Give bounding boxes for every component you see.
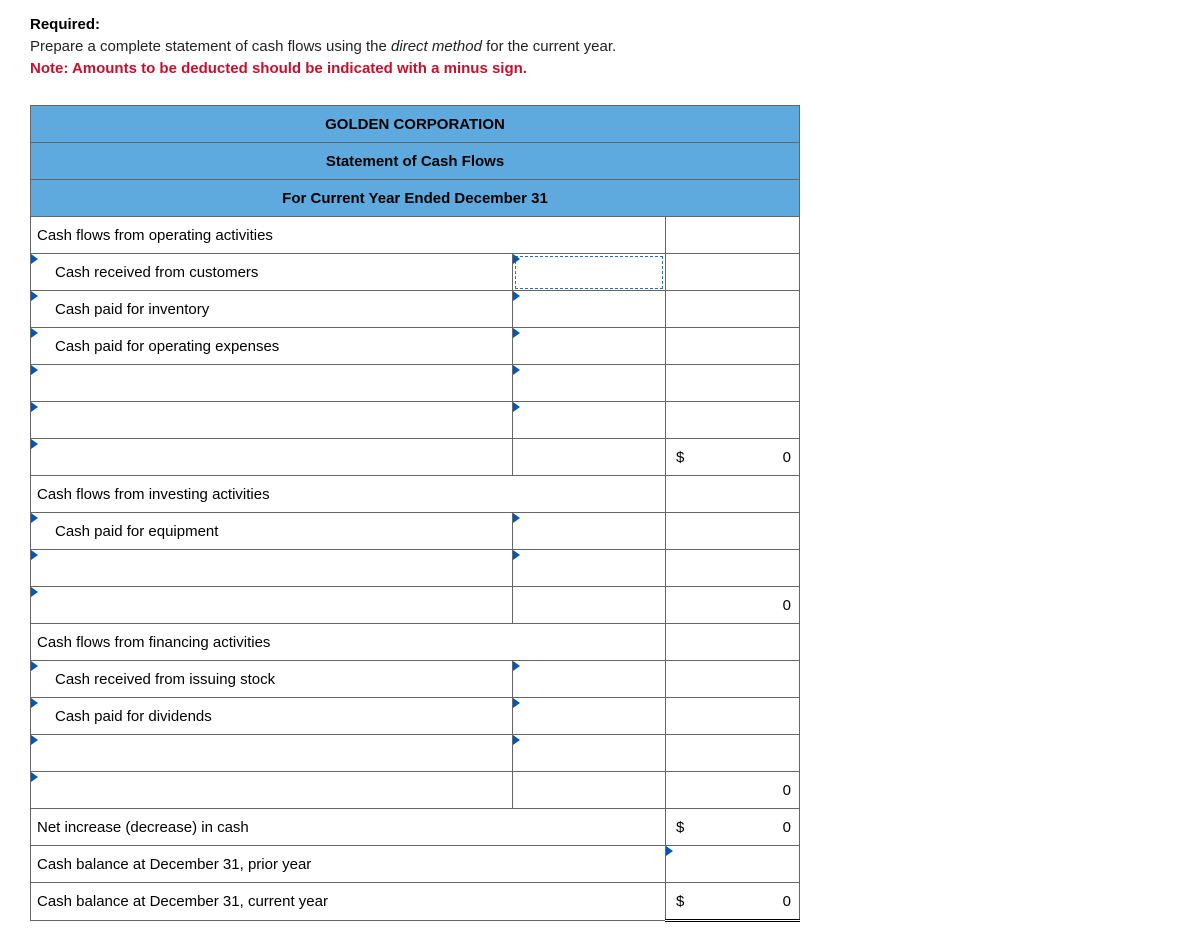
instructions-block: Required: Prepare a complete statement o… (30, 14, 1170, 79)
fin-total-value: 0 (696, 772, 799, 809)
op-item-dropdown[interactable]: Cash received from customers (31, 254, 513, 291)
blank-cell (665, 513, 696, 550)
fin-subtotal-dropdown[interactable] (31, 772, 513, 809)
op-item-amount-input[interactable] (513, 291, 666, 328)
inv-item-dropdown[interactable]: Cash paid for equipment (31, 513, 513, 550)
fin-item-dropdown[interactable]: Cash paid for dividends (31, 698, 513, 735)
blank-cell (665, 365, 696, 402)
inv-item-amount-input[interactable] (513, 550, 666, 587)
blank-cell (665, 254, 696, 291)
dollar-sign: $ (665, 809, 696, 846)
blank-cell (696, 254, 799, 291)
op-item-dropdown[interactable] (31, 402, 513, 439)
fin-section-header: Cash flows from financing activities (31, 624, 666, 661)
blank-cell (696, 402, 799, 439)
blank-cell (696, 698, 799, 735)
fin-item-dropdown[interactable] (31, 735, 513, 772)
inv-item-amount-input[interactable] (513, 513, 666, 550)
dollar-sign: $ (665, 439, 696, 476)
blank-cell (696, 624, 799, 661)
blank-cell (665, 735, 696, 772)
op-subtotal-dropdown[interactable] (31, 439, 513, 476)
header-company: GOLDEN CORPORATION (31, 106, 800, 143)
op-item-amount-input[interactable] (513, 365, 666, 402)
header-period: For Current Year Ended December 31 (31, 180, 800, 217)
blank-cell (665, 476, 696, 513)
blank-cell (696, 476, 799, 513)
blank-cell (665, 402, 696, 439)
inv-item-dropdown[interactable] (31, 550, 513, 587)
op-item-dropdown[interactable] (31, 365, 513, 402)
blank-cell (665, 661, 696, 698)
blank-cell (665, 550, 696, 587)
blank-cell (665, 328, 696, 365)
blank-cell (665, 291, 696, 328)
blank-cell (665, 587, 696, 624)
op-item-amount-input[interactable] (513, 254, 666, 291)
prior-year-amount-input[interactable] (665, 846, 696, 883)
blank-cell (665, 698, 696, 735)
required-label: Required: (30, 16, 100, 33)
blank-cell (513, 772, 666, 809)
blank-cell (696, 365, 799, 402)
fin-item-dropdown[interactable]: Cash received from issuing stock (31, 661, 513, 698)
blank-cell (696, 550, 799, 587)
current-year-value: 0 (696, 883, 799, 921)
op-item-amount-input[interactable] (513, 402, 666, 439)
current-year-label: Cash balance at December 31, current yea… (31, 883, 666, 921)
instr-part-a: Prepare a complete statement of cash flo… (30, 38, 391, 55)
fin-item-amount-input[interactable] (513, 661, 666, 698)
instr-italic: direct method (391, 38, 482, 55)
op-item-amount-input[interactable] (513, 328, 666, 365)
blank-cell (696, 328, 799, 365)
note-text: Note: Amounts to be deducted should be i… (30, 58, 1170, 80)
op-total-value: 0 (696, 439, 799, 476)
blank-cell (665, 772, 696, 809)
blank-cell (696, 513, 799, 550)
op-section-header: Cash flows from operating activities (31, 217, 666, 254)
instr-part-b: for the current year. (482, 38, 616, 55)
net-increase-label: Net increase (decrease) in cash (31, 809, 666, 846)
blank-cell (513, 587, 666, 624)
inv-subtotal-dropdown[interactable] (31, 587, 513, 624)
fin-item-amount-input[interactable] (513, 698, 666, 735)
op-item-dropdown[interactable]: Cash paid for operating expenses (31, 328, 513, 365)
blank-cell (696, 735, 799, 772)
prior-year-label: Cash balance at December 31, prior year (31, 846, 666, 883)
fin-item-amount-input[interactable] (513, 735, 666, 772)
net-increase-value: 0 (696, 809, 799, 846)
header-title: Statement of Cash Flows (31, 143, 800, 180)
inv-total-value: 0 (696, 587, 799, 624)
blank-cell (665, 217, 696, 254)
dollar-sign: $ (665, 883, 696, 921)
blank-cell (665, 624, 696, 661)
blank-cell (696, 217, 799, 254)
blank-cell (696, 661, 799, 698)
prior-year-amount-input-ext[interactable] (696, 846, 799, 883)
instruction-text: Prepare a complete statement of cash flo… (30, 36, 1170, 58)
blank-cell (696, 291, 799, 328)
op-item-dropdown[interactable]: Cash paid for inventory (31, 291, 513, 328)
inv-section-header: Cash flows from investing activities (31, 476, 666, 513)
cash-flow-table: GOLDEN CORPORATION Statement of Cash Flo… (30, 105, 800, 922)
blank-cell (513, 439, 666, 476)
